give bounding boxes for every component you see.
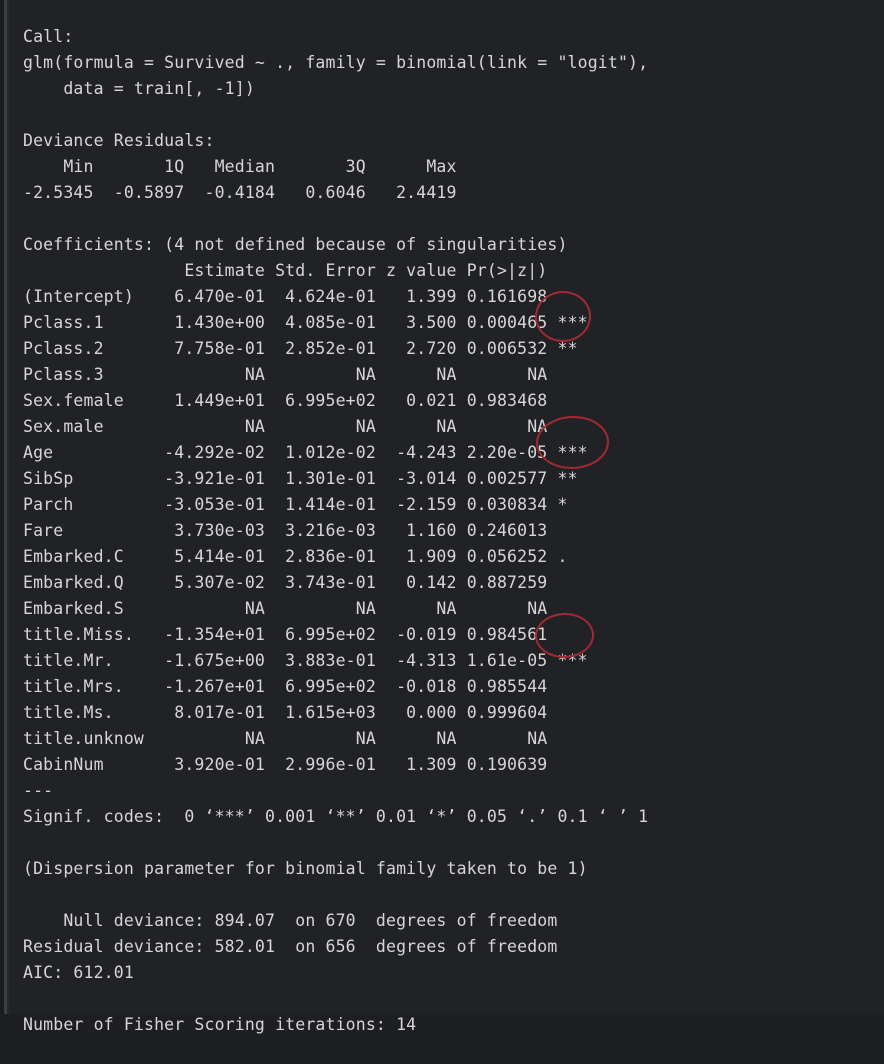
console-line: (Dispersion parameter for binomial famil… xyxy=(23,858,588,878)
console-line: Coefficients: (4 not defined because of … xyxy=(23,234,568,254)
console-line: Signif. codes: 0 ‘***’ 0.001 ‘**’ 0.01 ‘… xyxy=(23,806,649,826)
console-line: Pclass.3 NA NA NA NA xyxy=(23,364,588,384)
console-line: Fare 3.730e-03 3.216e-03 1.160 0.246013 xyxy=(23,520,588,540)
console-line: --- xyxy=(23,780,54,800)
console-line: Age -4.292e-02 1.012e-02 -4.243 2.20e-05… xyxy=(23,442,588,462)
glm-summary-text[interactable]: Call: glm(formula = Survived ~ ., family … xyxy=(9,17,884,1034)
console-line: title.unknow NA NA NA NA xyxy=(23,728,588,748)
console-line: glm(formula = Survived ~ ., family = bin… xyxy=(23,52,649,72)
console-line: Min 1Q Median 3Q Max xyxy=(23,156,477,176)
r-console-output-pane[interactable]: Call: glm(formula = Survived ~ ., family … xyxy=(0,0,884,1034)
console-line: title.Mrs. -1.267e+01 6.995e+02 -0.018 0… xyxy=(23,676,588,696)
console-line: Sex.male NA NA NA NA xyxy=(23,416,588,436)
console-line: Parch -3.053e-01 1.414e-01 -2.159 0.0308… xyxy=(23,494,588,514)
console-line: Number of Fisher Scoring iterations: 14 xyxy=(23,1014,417,1034)
console-line: Pclass.2 7.758e-01 2.852e-01 2.720 0.006… xyxy=(23,338,588,358)
console-line: Embarked.Q 5.307e-02 3.743e-01 0.142 0.8… xyxy=(23,572,588,592)
console-line: Residual deviance: 582.01 on 656 degrees… xyxy=(23,936,558,956)
console-line: (Intercept) 6.470e-01 4.624e-01 1.399 0.… xyxy=(23,286,588,306)
console-line: data = train[, -1]) xyxy=(23,78,255,98)
console-line: title.Miss. -1.354e+01 6.995e+02 -0.019 … xyxy=(23,624,588,644)
console-line: title.Ms. 8.017e-01 1.615e+03 0.000 0.99… xyxy=(23,702,588,722)
console-line: Pclass.1 1.430e+00 4.085e-01 3.500 0.000… xyxy=(23,312,588,332)
console-line: Embarked.S NA NA NA NA xyxy=(23,598,588,618)
console-line: Call: xyxy=(23,26,74,46)
console-line: Embarked.C 5.414e-01 2.836e-01 1.909 0.0… xyxy=(23,546,588,566)
console-line: CabinNum 3.920e-01 2.996e-01 1.309 0.190… xyxy=(23,754,588,774)
console-line: Deviance Residuals: xyxy=(23,130,215,150)
console-line: Null deviance: 894.07 on 670 degrees of … xyxy=(23,910,558,930)
console-line: SibSp -3.921e-01 1.301e-01 -3.014 0.0025… xyxy=(23,468,588,488)
console-line: -2.5345 -0.5897 -0.4184 0.6046 2.4419 xyxy=(23,182,477,202)
console-line: Sex.female 1.449e+01 6.995e+02 0.021 0.9… xyxy=(23,390,588,410)
console-line: Estimate Std. Error z value Pr(>|z|) xyxy=(23,260,588,280)
console-line: AIC: 612.01 xyxy=(23,962,134,982)
console-line: title.Mr. -1.675e+00 3.883e-01 -4.313 1.… xyxy=(23,650,588,670)
